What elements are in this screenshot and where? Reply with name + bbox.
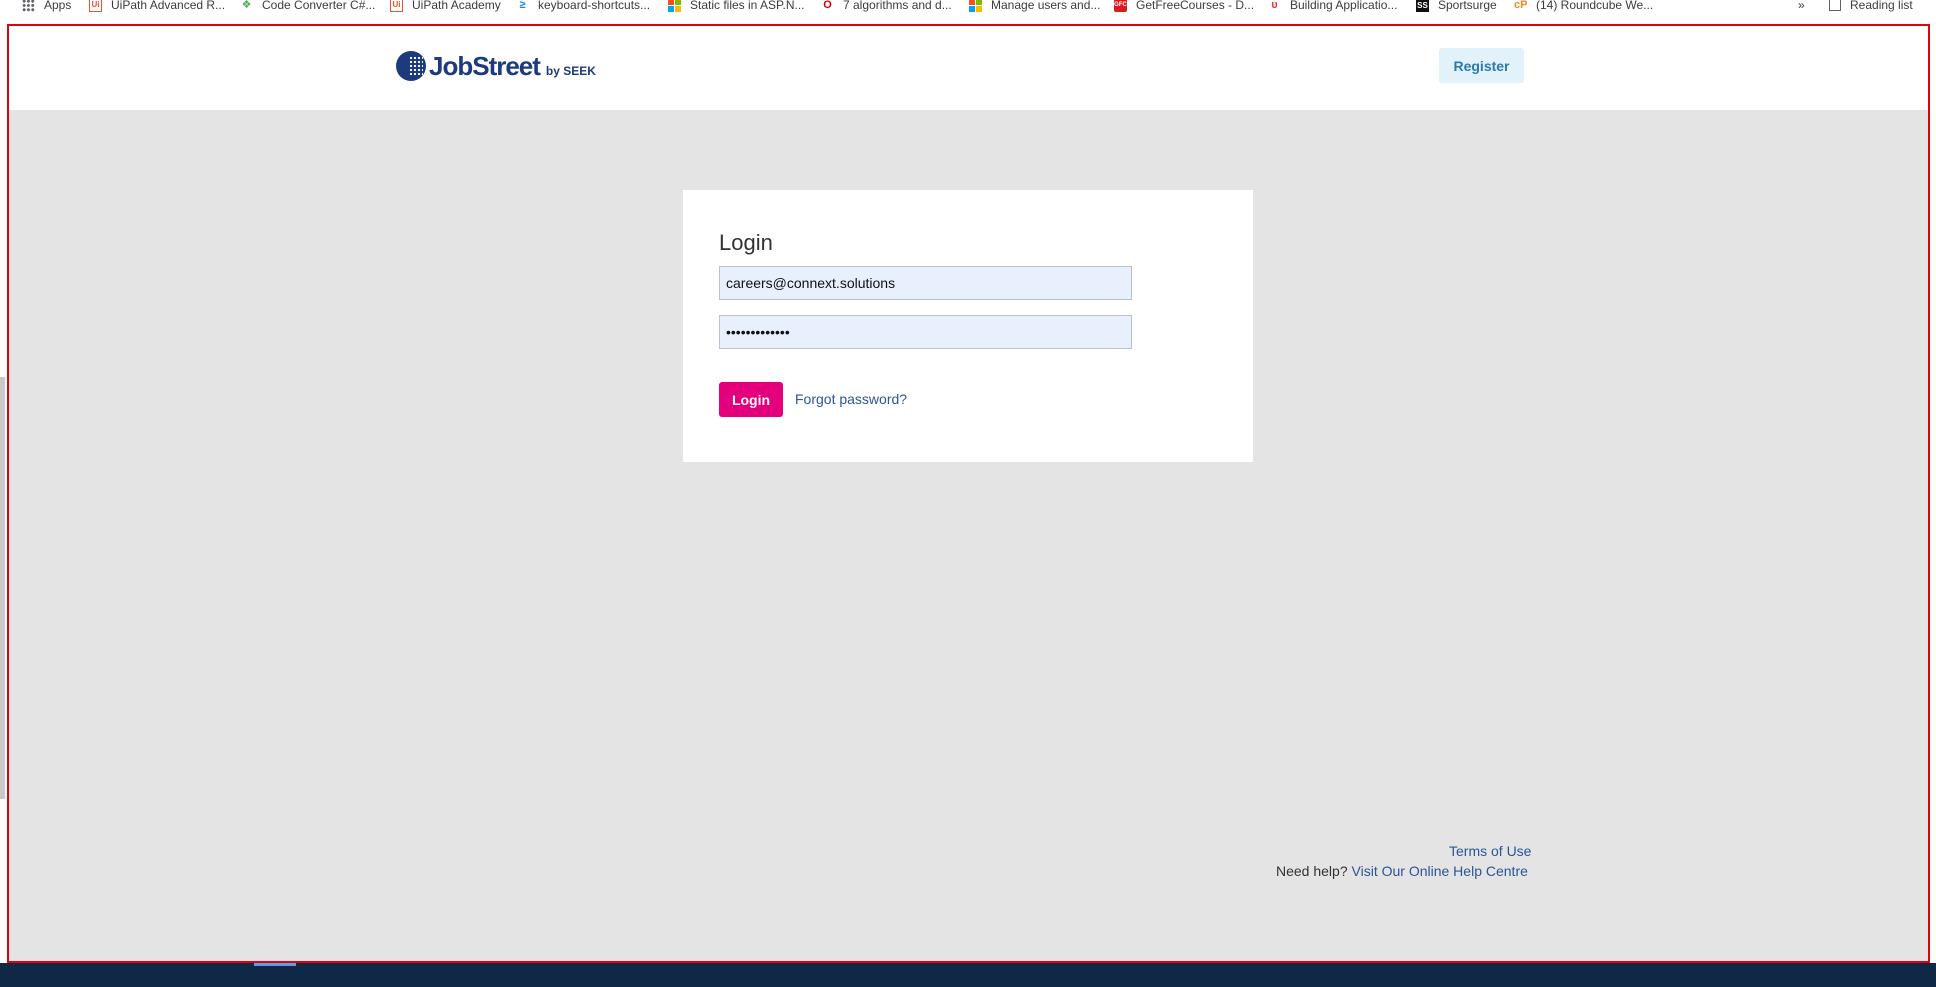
bookmark-roundcube[interactable]: cP (14) Roundcube We... xyxy=(1514,0,1653,13)
bookmark-label: 7 algorithms and d... xyxy=(843,0,952,12)
uipath-icon: Ui xyxy=(390,0,403,12)
taskbar xyxy=(0,963,1936,987)
bookmark-label: keyboard-shortcuts... xyxy=(538,0,651,12)
bookmark-keyboard-shortcuts[interactable]: ≥ keyboard-shortcuts... xyxy=(516,0,650,13)
roundcube-icon: cP xyxy=(1514,0,1528,11)
bookmark-apps[interactable]: Apps xyxy=(22,0,71,13)
bookmark-code-converter[interactable]: ❖ Code Converter C#... xyxy=(240,0,376,13)
main-content: Login Login Forgot password? Terms of Us… xyxy=(9,110,1928,961)
bookmark-label: Apps xyxy=(44,0,72,12)
bookmark-algorithms[interactable]: O 7 algorithms and d... xyxy=(821,0,952,13)
sportsurge-icon: SS xyxy=(1416,0,1429,12)
page-viewport: JobStreet by SEEK Register Login Login F… xyxy=(7,24,1930,963)
login-card: Login Login Forgot password? xyxy=(683,190,1253,462)
bookmark-label: Static files in ASP.N... xyxy=(690,0,805,12)
bookmark-manage-users[interactable]: Manage users and... xyxy=(969,0,1100,13)
bookmark-uipath-academy[interactable]: Ui UiPath Academy xyxy=(390,0,501,13)
bookmark-label: Sportsurge xyxy=(1438,0,1497,12)
vscode-icon: ≥ xyxy=(519,0,526,11)
site-header: JobStreet by SEEK Register xyxy=(9,26,1928,110)
microsoft-icon xyxy=(668,0,681,12)
email-field[interactable] xyxy=(719,266,1132,300)
login-title: Login xyxy=(719,230,773,255)
reading-list-button[interactable]: Reading list xyxy=(1829,0,1913,13)
gfc-icon: GFC xyxy=(1114,0,1127,12)
chevron-double-right-icon: » xyxy=(1798,0,1805,12)
opera-icon: O xyxy=(823,0,832,11)
code-converter-icon: ❖ xyxy=(241,0,252,11)
bookmark-label: Manage users and... xyxy=(991,0,1101,12)
bookmark-label: (14) Roundcube We... xyxy=(1536,0,1654,12)
uipath-icon: Ui xyxy=(89,0,102,12)
reading-list-icon xyxy=(1829,0,1841,11)
register-button[interactable]: Register xyxy=(1439,48,1524,83)
scrollbar[interactable] xyxy=(0,377,5,799)
bookmark-label: UiPath Advanced R... xyxy=(111,0,226,12)
jobstreet-globe-icon xyxy=(396,51,426,81)
brand-name: JobStreet xyxy=(429,50,541,81)
forgot-password-link[interactable]: Forgot password? xyxy=(795,391,907,407)
help-line: Need help? Visit Our Online Help Centre xyxy=(1276,863,1528,879)
bookmark-label: Code Converter C#... xyxy=(262,0,376,12)
microsoft-icon xyxy=(969,0,982,12)
bookmark-uipath-advanced[interactable]: Ui UiPath Advanced R... xyxy=(89,0,225,13)
bookmark-label: Building Applicatio... xyxy=(1290,0,1398,12)
bookmark-building-applications[interactable]: υ Building Applicatio... xyxy=(1268,0,1397,13)
apps-grid-icon xyxy=(22,0,35,12)
help-prefix: Need help? xyxy=(1276,863,1348,879)
taskbar-active-app[interactable] xyxy=(254,963,296,966)
bookmark-getfreecourses[interactable]: GFC GetFreeCourses - D... xyxy=(1114,0,1254,13)
terms-of-use-link[interactable]: Terms of Use xyxy=(1449,843,1531,859)
bookmark-label: GetFreeCourses - D... xyxy=(1136,0,1255,12)
bookmark-sportsurge[interactable]: SS Sportsurge xyxy=(1416,0,1497,13)
bookmark-static-files[interactable]: Static files in ASP.N... xyxy=(668,0,805,13)
brand-subtitle: by SEEK xyxy=(545,63,596,78)
reading-list-label: Reading list xyxy=(1850,0,1913,12)
password-field[interactable] xyxy=(719,315,1132,349)
bookmarks-bar: Apps Ui UiPath Advanced R... ❖ Code Conv… xyxy=(0,0,1936,13)
jobstreet-logo[interactable]: JobStreet by SEEK xyxy=(396,48,596,84)
help-centre-link[interactable]: Visit Our Online Help Centre xyxy=(1352,863,1528,879)
login-button[interactable]: Login xyxy=(719,382,783,417)
bookmark-label: UiPath Academy xyxy=(412,0,501,12)
udemy-icon: υ xyxy=(1271,0,1278,11)
bookmarks-overflow-button[interactable]: » xyxy=(1798,0,1805,13)
